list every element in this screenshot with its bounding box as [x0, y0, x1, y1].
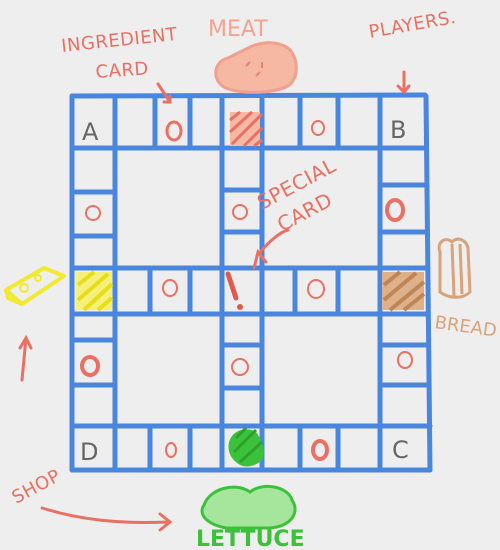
corner-label-b: B [390, 116, 406, 144]
board-grid [69, 92, 433, 473]
special-card-icon [225, 271, 243, 310]
cheese-icon [4, 266, 66, 306]
ingredient-card-circle-icon [385, 198, 405, 222]
ingredient-card-label: INGREDIENT [60, 24, 179, 57]
ingredient-card-circle-icon [397, 351, 413, 369]
corner-label-d: D [80, 438, 98, 466]
meat-icon [214, 41, 298, 94]
ingredient-card-circle-icon [80, 355, 100, 377]
ingredient-card-circle-icon [162, 279, 178, 297]
game-board-sketch: A B C D INGREDIENT CARD MEAT PLAYERS. SP… [4, 7, 498, 550]
lettuce-board-tile-icon [228, 426, 264, 467]
lettuce-icon [200, 484, 297, 530]
corner-label-c: C [392, 436, 409, 464]
players-label: PLAYERS. [367, 7, 458, 43]
ingredient-card-circle-icon [311, 120, 325, 136]
ingredient-card-circle-icon [232, 204, 248, 220]
ingredient-card-circle-icon [307, 279, 325, 299]
cheese-board-tile-icon [76, 270, 114, 312]
ingredient-card-circle-icon [231, 358, 249, 376]
ingredient-card-circle-icon [85, 205, 101, 221]
lettuce-label: LETTUCE [196, 527, 305, 550]
bread-board-tile-icon [382, 270, 426, 312]
bread-icon [437, 237, 472, 299]
ingredient-card-label-line2: CARD [95, 58, 150, 83]
ingredient-card-circle-icon [165, 120, 183, 142]
meat-board-tile-icon [228, 110, 264, 148]
ingredient-card-circle-icon [311, 439, 329, 461]
grid-line [219, 93, 265, 473]
ingredient-card-circles [80, 120, 413, 461]
corner-label-a: A [82, 118, 99, 146]
ingredient-card-circle-icon [165, 442, 177, 458]
bread-label: BREAD [433, 312, 498, 341]
grid-line [69, 265, 431, 317]
shop-label: SHOP [8, 465, 64, 508]
grid-line [147, 265, 341, 317]
meat-label: MEAT [208, 17, 268, 42]
